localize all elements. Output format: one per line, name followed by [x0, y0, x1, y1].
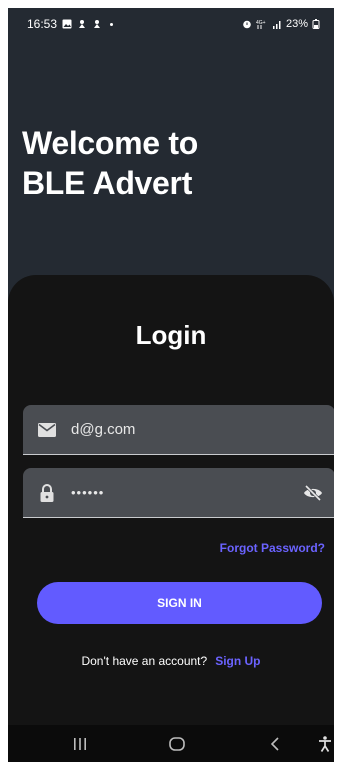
welcome-line-1: Welcome to: [22, 125, 199, 161]
more-notifications-dot: [110, 22, 114, 26]
system-nav-bar: [8, 725, 334, 762]
welcome-line-2: BLE Advert: [22, 165, 193, 201]
forgot-password-link[interactable]: Forgot Password?: [220, 541, 325, 555]
notification-icon: [94, 20, 101, 28]
signup-row: Don't have an account? Sign Up: [8, 654, 334, 668]
status-bar: 16:53 4G+ 23%: [8, 8, 334, 40]
back-icon[interactable]: [264, 733, 286, 755]
email-field[interactable]: [23, 405, 334, 455]
home-icon[interactable]: [166, 733, 188, 755]
password-field[interactable]: [23, 468, 334, 518]
battery-icon: [312, 19, 320, 29]
signal-icon: [272, 21, 281, 29]
status-time: 16:53: [27, 17, 58, 31]
welcome-heading: Welcome to BLE Advert: [22, 123, 198, 203]
eye-off-icon[interactable]: [303, 483, 323, 503]
lock-icon: [37, 483, 57, 503]
battery-percent: 23%: [285, 18, 308, 30]
accessibility-icon[interactable]: [314, 733, 334, 755]
phone-screen: 16:53 4G+ 23% Welcome to BLE Advert Logi…: [8, 8, 334, 762]
network-4g-icon: 4G+: [256, 20, 266, 29]
no-account-text: Don't have an account?: [81, 654, 208, 668]
recents-icon[interactable]: [69, 733, 91, 755]
password-input[interactable]: [71, 485, 291, 500]
sign-in-button[interactable]: SIGN IN: [37, 582, 322, 624]
mail-icon: [37, 420, 57, 440]
notification-icon: [79, 20, 86, 28]
email-input[interactable]: [71, 421, 291, 438]
login-title: Login: [135, 320, 207, 350]
alarm-icon: [243, 20, 251, 29]
sign-up-link[interactable]: Sign Up: [215, 654, 260, 668]
gallery-notification-icon: [62, 19, 72, 29]
